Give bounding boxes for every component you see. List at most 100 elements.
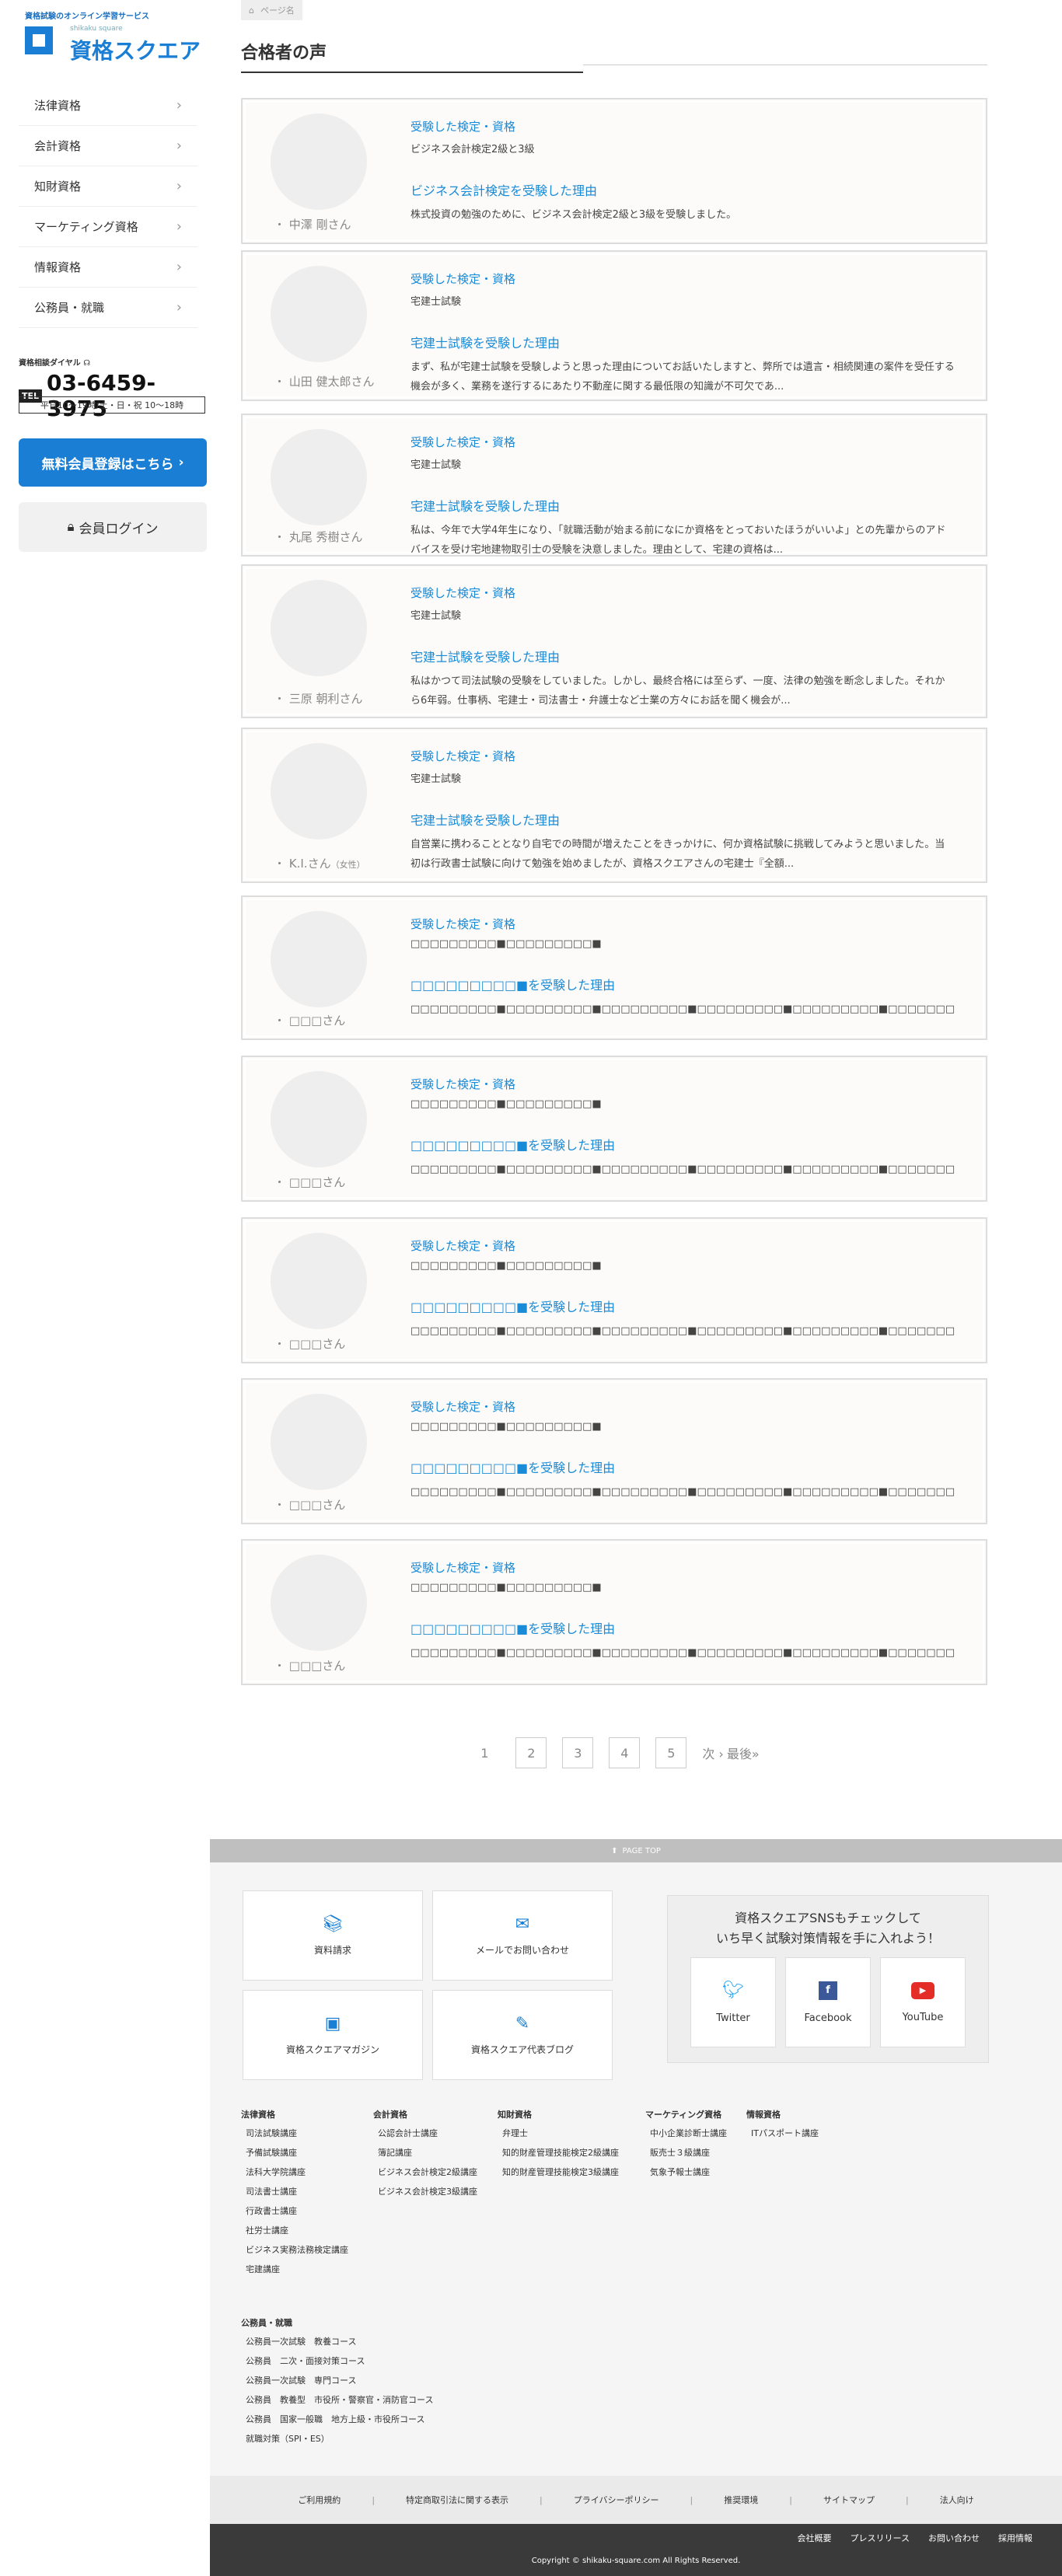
reason-heading[interactable]: □□□□□□□□□■を受験した理由 [410,1297,955,1315]
footer-link[interactable]: 公務員一次試験 教養コース [246,2335,490,2347]
testimonial-content: 受験した検定・資格 ビジネス会計検定2級と3級 ビジネス会計検定を受験した理由 株式投… [410,118,955,244]
footer-link[interactable]: 公務員 国家一般職 地方上級・市役所コース [246,2413,490,2425]
testimonial-card[interactable]: ・ □□□さん 受験した検定・資格 □□□□□□□□□■□□□□□□□□□■ □□□□… [241,1539,987,1685]
testimonial-card[interactable]: ・ □□□さん 受験した検定・資格 □□□□□□□□□■□□□□□□□□□■ □□□□… [241,895,987,1040]
testimonial-name-text: 三原 朝利さん [288,692,363,706]
testimonial-card[interactable]: ・ □□□さん 受験した検定・資格 □□□□□□□□□■□□□□□□□□□■ □□□□… [241,1056,987,1202]
next-page-link[interactable]: 次 › [702,1744,724,1762]
tel-block[interactable]: TEL 03-6459-3975 [19,370,210,421]
divider: | [690,2494,693,2505]
contact-link[interactable]: お問い合わせ [928,2532,980,2544]
footer-link[interactable]: 司法試験講座 [246,2127,373,2139]
youtube-link[interactable]: ▶ YouTube [880,1957,966,2048]
home-icon[interactable]: ⌂ [249,5,254,16]
footer-link[interactable]: 公務員 教養型 市役所・警察官・消防官コース [246,2393,490,2406]
footer-link[interactable]: 社労士講座 [246,2224,373,2236]
footer-link[interactable]: ITパスポート講座 [751,2127,879,2139]
footer-link[interactable]: 公認会計士講座 [378,2127,505,2139]
reason-heading[interactable]: ビジネス会計検定を受験した理由 [410,180,955,199]
footer-link-column: 会計資格 公認会計士講座 簿記講座 ビジネス会計検定2級講座 ビジネス会計検定3級講座 [373,2108,505,2204]
avatar [271,580,367,676]
reason-heading[interactable]: □□□□□□□□□■を受験した理由 [410,1618,955,1637]
footer-link[interactable]: 司法書士講座 [246,2185,373,2197]
reason-heading[interactable]: 宅建士試験を受験した理由 [410,496,955,515]
reason-heading[interactable]: □□□□□□□□□■を受験した理由 [410,1135,955,1154]
brochure-request-link[interactable]: 📚︎ 資料請求 [243,1890,423,1981]
page-link[interactable]: 5 [655,1737,687,1768]
blog-link[interactable]: ✎ 資格スクエア代表ブログ [432,1990,613,2080]
reason-text: □□□□□□□□□■□□□□□□□□□■□□□□□□□□□■□□□□□□□□□■… [410,1486,955,1498]
testimonial-card[interactable]: ・ 山田 健太郎さん 受験した検定・資格 宅建士試験 宅建士試験を受験した理由 まず、私… [241,250,987,401]
divider: | [540,2494,543,2505]
recruit-link[interactable]: 採用情報 [998,2532,1032,2544]
footer-link[interactable]: 公務員 二次・面接対策コース [246,2354,490,2367]
commercial-law-link[interactable]: 特定商取引法に関する表示 [406,2494,508,2506]
exam-heading: 受験した検定・資格 [410,120,516,134]
magazine-link[interactable]: ▣ 資格スクエアマガジン [243,1990,423,2080]
footer-link[interactable]: 法科大学院講座 [246,2166,373,2178]
footer-bottom-nav: ご利用規約 | 特定商取引法に関する表示 | プライバシーポリシー | 推奨環境 | サ… [210,2476,1062,2524]
reason-heading[interactable]: □□□□□□□□□■を受験した理由 [410,975,955,993]
logo-mark-icon[interactable] [25,26,53,54]
logo-text[interactable]: 資格スクエア [70,34,201,65]
corporate-link[interactable]: 法人向け [940,2494,974,2506]
footer-link[interactable]: 簿記講座 [378,2146,505,2159]
mail-contact-link[interactable]: ✉ メールでお問い合わせ [432,1890,613,1981]
testimonial-card[interactable]: ・ K.I.さん（女性） 受験した検定・資格 宅建士試験 宅建士試験を受験した理由 自営… [241,728,987,883]
last-page-link[interactable]: 最後» [727,1744,760,1762]
footer-link[interactable]: ビジネス会計検定3級講座 [378,2185,505,2197]
exam-value: 宅建士試験 [410,773,462,785]
register-button[interactable]: 無料会員登録はこちら › [19,438,207,487]
reason-heading[interactable]: 宅建士試験を受験した理由 [410,333,955,351]
footer-link[interactable]: 知的財産管理技能検定2級講座 [502,2146,630,2159]
footer-link[interactable]: 予備試験講座 [246,2146,373,2159]
testimonial-card[interactable]: ・ □□□さん 受験した検定・資格 □□□□□□□□□■□□□□□□□□□■ □□□□… [241,1217,987,1363]
page-top-button[interactable]: ⬆ PAGE TOP [210,1839,1062,1862]
privacy-link[interactable]: プライバシーポリシー [574,2494,659,2506]
lock-icon: 🔒︎ [67,519,75,535]
sidebar-item-ip[interactable]: 知財資格 › [19,166,197,207]
environment-link[interactable]: 推奨環境 [724,2494,758,2506]
reason-heading[interactable]: 宅建士試験を受験した理由 [410,647,955,665]
footer-link[interactable]: 販売士３級講座 [650,2146,777,2159]
sidebar-item-it[interactable]: 情報資格 › [19,247,197,288]
sidebar-item-law[interactable]: 法律資格 › [19,86,197,126]
chevron-right-icon: › [176,259,182,275]
footer-link[interactable]: ビジネス会計検定2級講座 [378,2166,505,2178]
twitter-link[interactable]: 🐦︎ Twitter [690,1957,776,2048]
footer-link[interactable]: 就職対策（SPI・ES） [246,2432,490,2445]
testimonial-card[interactable]: ・ 丸尾 秀樹さん 受験した検定・資格 宅建士試験 宅建士試験を受験した理由 私は、今年… [241,414,987,557]
reason-heading[interactable]: □□□□□□□□□■を受験した理由 [410,1457,955,1476]
testimonial-card[interactable]: ・ 中澤 剛さん 受験した検定・資格 ビジネス会計検定2級と3級 ビジネス会計検定を受… [241,98,987,244]
footer-link[interactable]: ビジネス実務法務検定講座 [246,2243,373,2256]
sidebar-item-accounting[interactable]: 会計資格 › [19,126,197,166]
exam-value: ビジネス会計検定2級と3級 [410,144,535,155]
testimonial-card[interactable]: ・ 三原 朝利さん 受験した検定・資格 宅建士試験 宅建士試験を受験した理由 私はかつて… [241,564,987,718]
page-link-current[interactable]: 1 [469,1737,500,1768]
sidebar-item-civil-service[interactable]: 公務員・就職 › [19,288,197,328]
footer-link[interactable]: 知的財産管理技能検定3級講座 [502,2166,630,2178]
login-button[interactable]: 🔒︎ 会員ログイン [19,502,207,552]
footer-link[interactable]: 気象予報士講座 [650,2166,777,2178]
tel-number[interactable]: 03-6459-3975 [47,370,210,421]
press-link[interactable]: プレスリリース [851,2532,910,2544]
chevron-right-icon: › [176,97,182,113]
reason-heading[interactable]: 宅建士試験を受験した理由 [410,810,955,829]
exam-value: □□□□□□□□□■□□□□□□□□□■ [410,1098,602,1110]
testimonial-card[interactable]: ・ □□□さん 受験した検定・資格 □□□□□□□□□■□□□□□□□□□■ □□□□… [241,1378,987,1524]
terms-link[interactable]: ご利用規約 [298,2494,341,2506]
facebook-link[interactable]: f Facebook [785,1957,871,2048]
company-link[interactable]: 会社概要 [798,2532,832,2544]
footer-link[interactable]: 行政書士講座 [246,2204,373,2217]
avatar [271,1071,367,1168]
sidebar-item-marketing[interactable]: マーケティング資格 › [19,207,197,247]
testimonial-name: ・ □□□さん [274,1175,346,1189]
footer-link[interactable]: 宅建講座 [246,2263,373,2275]
footer-link[interactable]: 弁理士 [502,2127,630,2139]
page-link[interactable]: 4 [609,1737,641,1768]
page-link[interactable]: 3 [562,1737,594,1768]
page-link[interactable]: 2 [515,1737,547,1768]
footer-link[interactable]: 公務員一次試験 専門コース [246,2374,490,2386]
sitemap-link[interactable]: サイトマップ [823,2494,875,2506]
headset-icon: ☊ [83,359,91,368]
